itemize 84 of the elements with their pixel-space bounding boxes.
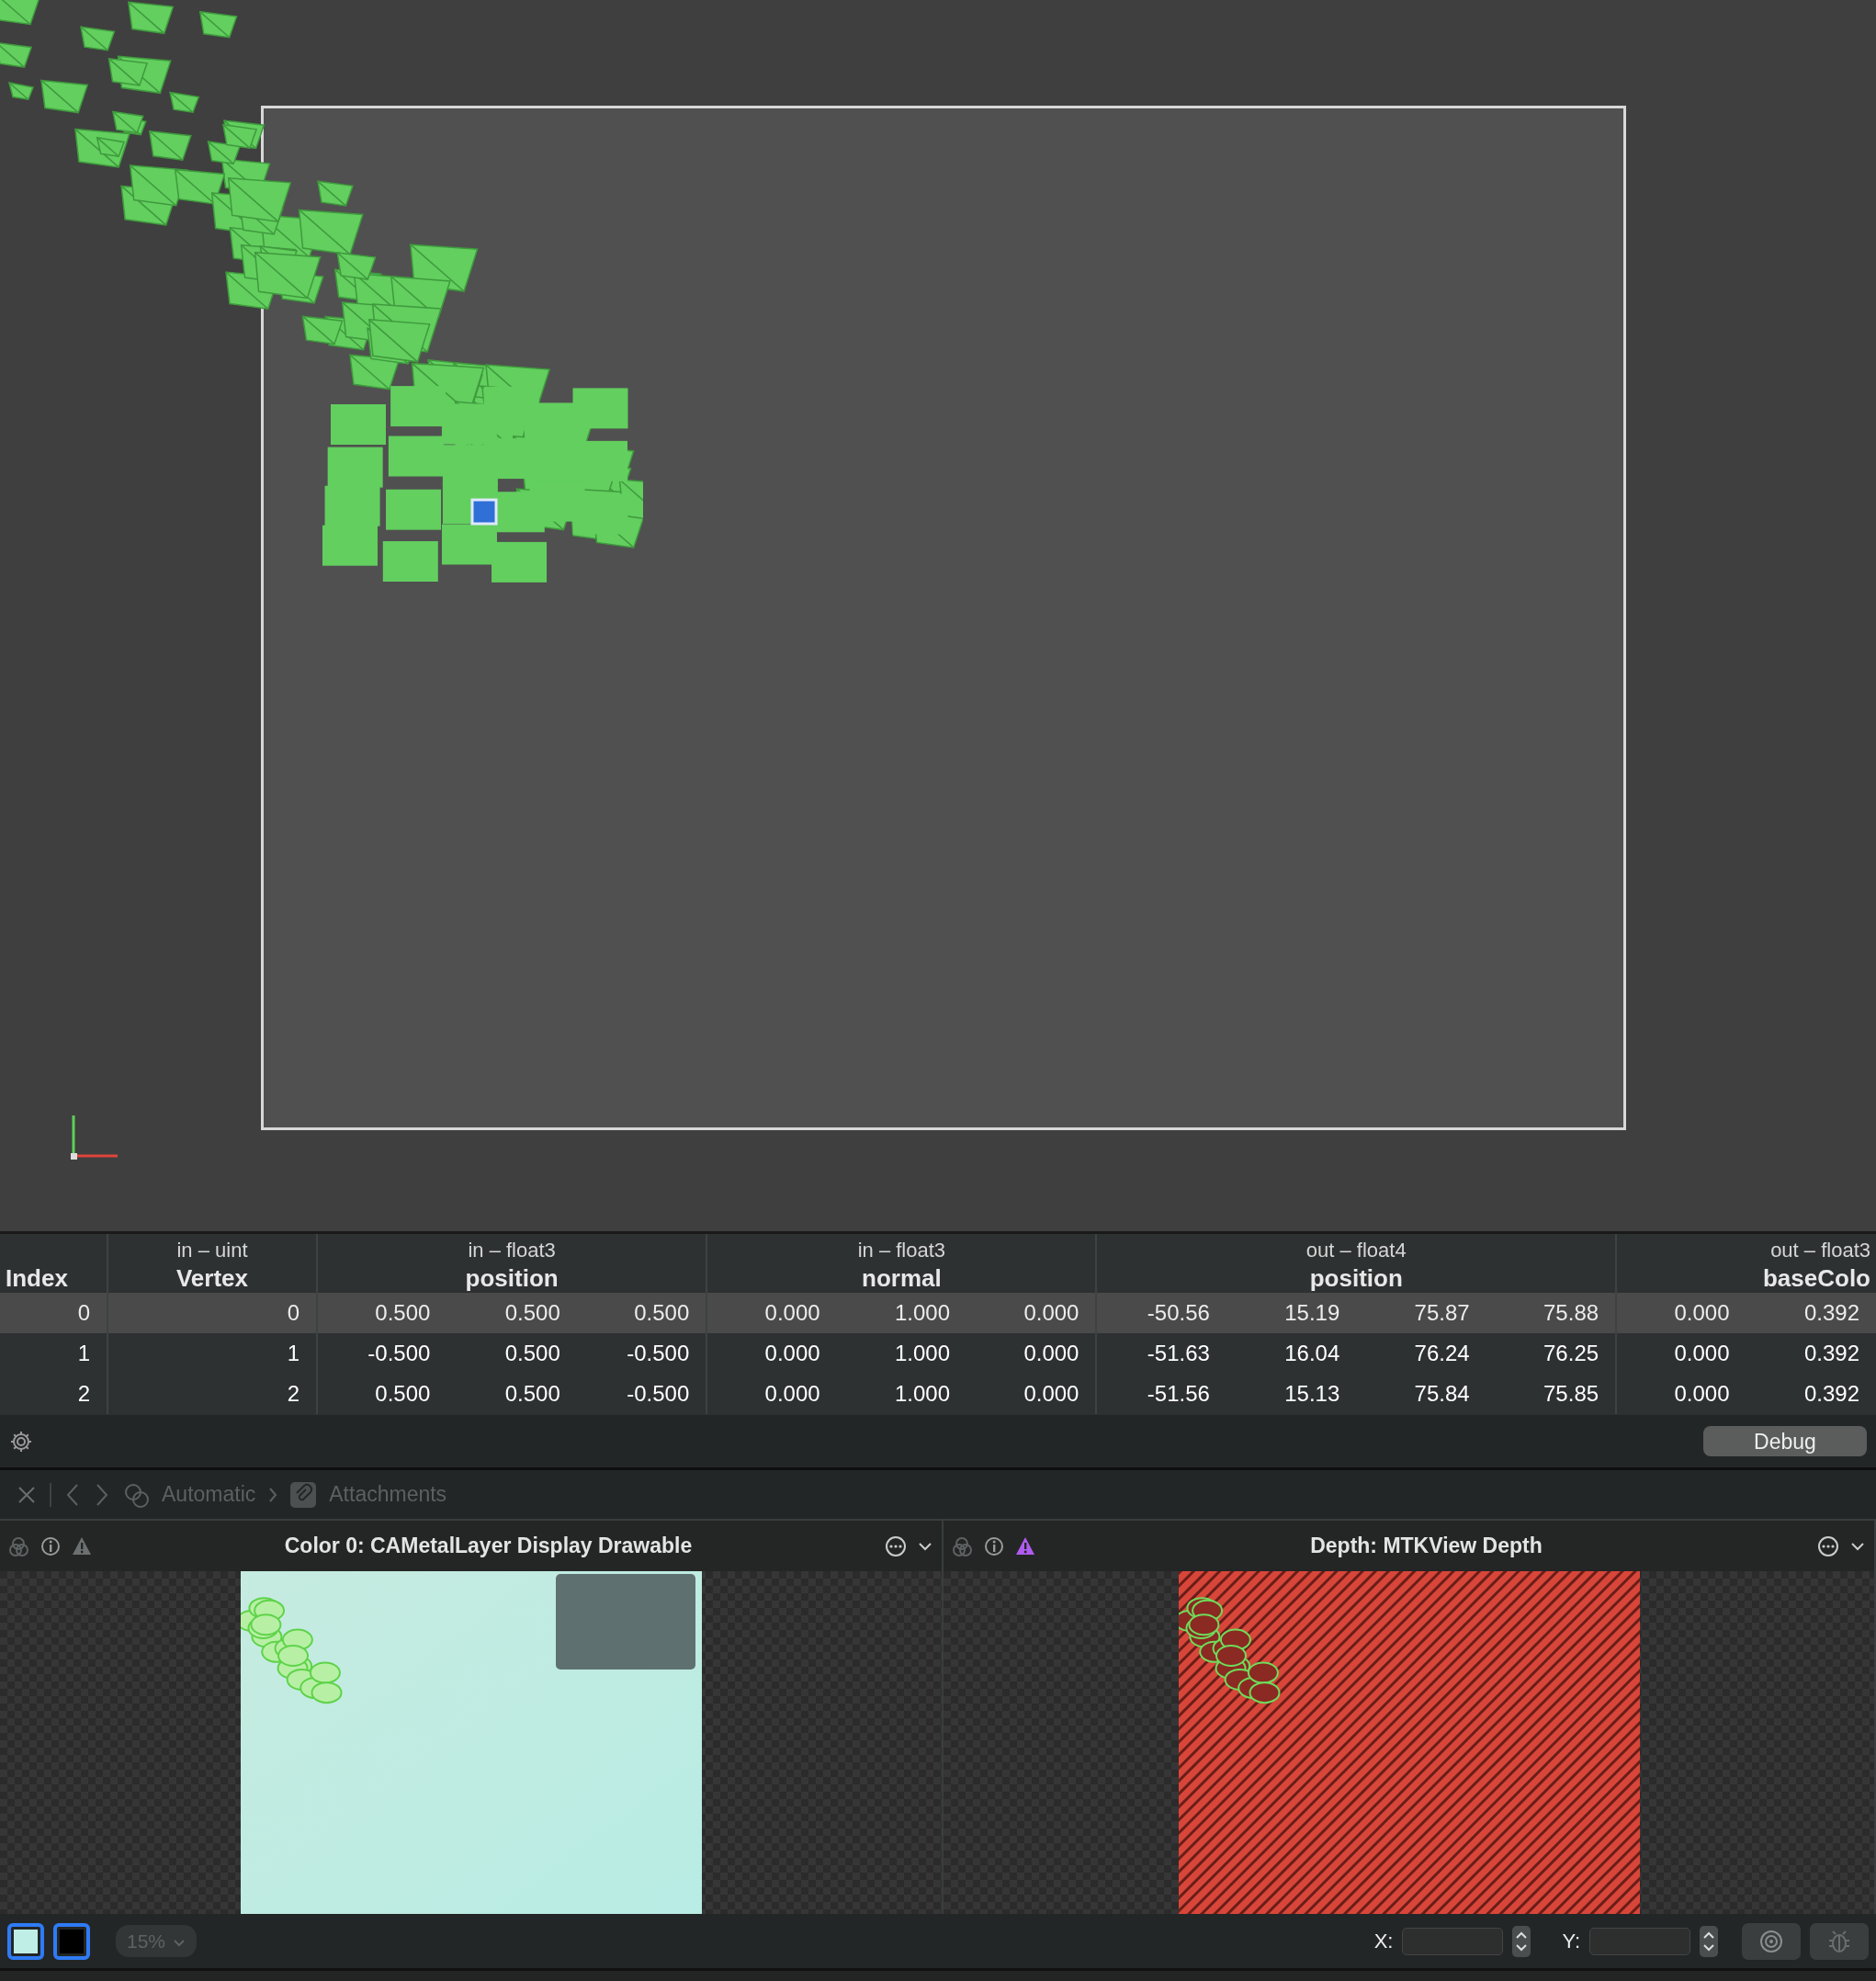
coordinate-label: Y: xyxy=(1562,1929,1580,1954)
table-cell: 0.500 xyxy=(317,1293,447,1333)
warning-icon[interactable] xyxy=(1015,1536,1035,1556)
column-type-label: out – float3 xyxy=(1769,1238,1870,1263)
overlapping-circles-icon xyxy=(123,1481,149,1508)
table-cell: 0.392 xyxy=(1746,1293,1876,1333)
info-icon[interactable] xyxy=(40,1535,61,1556)
table-cell: 0.500 xyxy=(576,1293,707,1333)
table-cell: 1.000 xyxy=(836,1333,967,1374)
column-type-label: out – float4 xyxy=(1305,1238,1407,1263)
table-cell: 1 xyxy=(107,1333,317,1374)
target-button[interactable] xyxy=(1742,1922,1801,1960)
swatch-button[interactable] xyxy=(53,1922,90,1960)
info-icon[interactable] xyxy=(984,1535,1004,1556)
warning-icon[interactable] xyxy=(72,1536,92,1556)
forward-icon[interactable] xyxy=(94,1482,110,1507)
table-cell: 0.500 xyxy=(446,1293,577,1333)
table-cell-text: 1.000 xyxy=(894,1380,952,1408)
table-cell: 0.500 xyxy=(446,1333,577,1374)
table-cell-text: 15.13 xyxy=(1283,1380,1341,1408)
column-header[interactable]: baseColo xyxy=(1622,1262,1870,1293)
table-cell-text: 0.392 xyxy=(1803,1380,1860,1408)
debug-button[interactable]: Debug xyxy=(1703,1426,1867,1456)
debug-bug-button[interactable] xyxy=(1810,1922,1869,1960)
attachment-title: Color 0: CAMetalLayer Display Drawable xyxy=(283,1533,694,1560)
stepper-icon[interactable] xyxy=(1700,1925,1718,1957)
column-header[interactable]: Vertex xyxy=(114,1262,311,1293)
table-cell: 0 xyxy=(0,1293,107,1333)
column-header[interactable]: normal xyxy=(713,1262,1091,1293)
breadcrumb-separator-icon xyxy=(268,1486,278,1503)
more-options-icon[interactable] xyxy=(885,1534,907,1557)
chevron-down-icon xyxy=(173,1938,186,1948)
close-icon[interactable] xyxy=(17,1484,37,1505)
chevron-down-icon[interactable] xyxy=(1850,1540,1865,1552)
table-cell: 76.24 xyxy=(1356,1333,1486,1374)
table-cell: 0.000 xyxy=(966,1293,1097,1333)
table-cell-text: 0.500 xyxy=(503,1380,561,1408)
table-cell: 1.000 xyxy=(836,1293,967,1333)
table-cell: 0.000 xyxy=(706,1333,837,1374)
coordinate-field[interactable] xyxy=(1402,1927,1504,1955)
selected-vertex-marker xyxy=(470,498,498,526)
table-cell: 0.000 xyxy=(1616,1293,1746,1333)
bug-icon xyxy=(1827,1929,1851,1953)
target-icon xyxy=(1759,1929,1783,1953)
table-cell-text: 75.84 xyxy=(1413,1380,1471,1408)
table-cell: -0.500 xyxy=(317,1333,447,1374)
attachment-title: Depth: MTKView Depth xyxy=(1309,1533,1543,1560)
table-cell: -0.500 xyxy=(576,1333,707,1374)
table-cell: 0.000 xyxy=(966,1374,1097,1414)
table-cell: -0.500 xyxy=(576,1374,707,1414)
table-cell: -51.63 xyxy=(1096,1333,1226,1374)
column-type-label: in – float3 xyxy=(856,1238,947,1263)
table-cell: 0.000 xyxy=(966,1333,1097,1374)
coordinate-label: X: xyxy=(1373,1929,1394,1954)
column-header[interactable]: Index xyxy=(6,1262,101,1293)
color-attachment-image[interactable] xyxy=(240,1571,702,1914)
channels-icon[interactable] xyxy=(953,1535,973,1556)
column-header[interactable]: position xyxy=(1102,1262,1610,1293)
stepper-icon[interactable] xyxy=(1512,1925,1531,1957)
table-cell: -50.56 xyxy=(1096,1293,1226,1333)
swatch-button[interactable] xyxy=(7,1922,44,1960)
back-icon[interactable] xyxy=(64,1482,81,1507)
column-type-label: in – float3 xyxy=(467,1238,557,1263)
table-cell: 1 xyxy=(0,1333,107,1374)
table-cell: 16.04 xyxy=(1226,1333,1357,1374)
channels-icon[interactable] xyxy=(9,1535,29,1556)
table-cell: 15.19 xyxy=(1226,1293,1357,1333)
table-cell: 0.392 xyxy=(1746,1333,1876,1374)
column-header[interactable]: position xyxy=(323,1262,701,1293)
table-cell: 0.000 xyxy=(1616,1333,1746,1374)
chevron-down-icon[interactable] xyxy=(918,1540,932,1552)
table-cell: 75.88 xyxy=(1486,1293,1617,1333)
more-options-icon[interactable] xyxy=(1817,1534,1839,1557)
settings-icon[interactable] xyxy=(9,1429,33,1454)
table-cell: 75.87 xyxy=(1356,1293,1486,1333)
table-cell: 0 xyxy=(107,1293,317,1333)
table-cell: 76.25 xyxy=(1486,1333,1617,1374)
table-cell: 75.85 xyxy=(1486,1374,1617,1414)
table-cell: 2 xyxy=(0,1374,107,1414)
coordinate-field[interactable] xyxy=(1589,1927,1690,1955)
table-cell: 0.000 xyxy=(706,1293,837,1333)
depth-attachment-image[interactable] xyxy=(1178,1571,1640,1914)
column-type-label: in – uint xyxy=(175,1238,249,1263)
paperclip-icon xyxy=(290,1481,317,1508)
